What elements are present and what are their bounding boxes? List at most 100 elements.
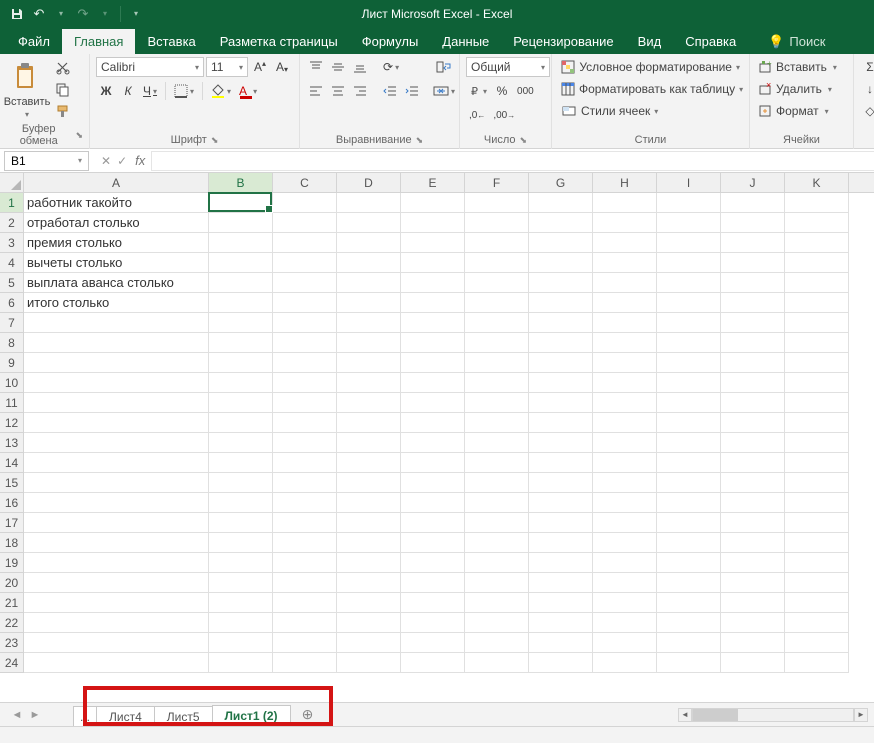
cell-A18[interactable] [24, 533, 209, 553]
cell-K1[interactable] [785, 193, 849, 213]
cell-J21[interactable] [721, 593, 785, 613]
cell-C23[interactable] [273, 633, 337, 653]
tab-formulas[interactable]: Формулы [350, 29, 431, 54]
cell-G6[interactable] [529, 293, 593, 313]
cell-G24[interactable] [529, 653, 593, 673]
border-button[interactable]: ▾ [171, 81, 197, 101]
cell-C4[interactable] [273, 253, 337, 273]
cell-J11[interactable] [721, 393, 785, 413]
cell-B24[interactable] [209, 653, 273, 673]
cell-I3[interactable] [657, 233, 721, 253]
cell-A16[interactable] [24, 493, 209, 513]
align-left-button[interactable] [306, 81, 326, 101]
cell-J5[interactable] [721, 273, 785, 293]
cell-C11[interactable] [273, 393, 337, 413]
cell-K19[interactable] [785, 553, 849, 573]
cell-K13[interactable] [785, 433, 849, 453]
cell-C8[interactable] [273, 333, 337, 353]
cell-styles-button[interactable]: Стили ячеек▾ [558, 101, 743, 121]
cell-I20[interactable] [657, 573, 721, 593]
cell-D2[interactable] [337, 213, 401, 233]
cell-K9[interactable] [785, 353, 849, 373]
cell-B12[interactable] [209, 413, 273, 433]
cell-E16[interactable] [401, 493, 465, 513]
cell-E5[interactable] [401, 273, 465, 293]
cell-E18[interactable] [401, 533, 465, 553]
cell-D9[interactable] [337, 353, 401, 373]
tab-layout[interactable]: Разметка страницы [208, 29, 350, 54]
cell-J19[interactable] [721, 553, 785, 573]
cell-J2[interactable] [721, 213, 785, 233]
cell-C6[interactable] [273, 293, 337, 313]
cell-I16[interactable] [657, 493, 721, 513]
cell-A4[interactable]: вычеты столько [24, 253, 209, 273]
cell-E10[interactable] [401, 373, 465, 393]
cell-A8[interactable] [24, 333, 209, 353]
cell-H13[interactable] [593, 433, 657, 453]
cell-C1[interactable] [273, 193, 337, 213]
row-header-24[interactable]: 24 [0, 653, 23, 673]
cell-J3[interactable] [721, 233, 785, 253]
cell-G21[interactable] [529, 593, 593, 613]
cell-A6[interactable]: итого столько [24, 293, 209, 313]
cell-A24[interactable] [24, 653, 209, 673]
align-bottom-button[interactable] [350, 57, 370, 77]
fill-button[interactable]: ↓ [860, 79, 874, 99]
row-header-19[interactable]: 19 [0, 553, 23, 573]
cell-B2[interactable] [209, 213, 273, 233]
cell-F20[interactable] [465, 573, 529, 593]
cell-A10[interactable] [24, 373, 209, 393]
cell-I13[interactable] [657, 433, 721, 453]
cell-H16[interactable] [593, 493, 657, 513]
cell-C16[interactable] [273, 493, 337, 513]
bold-button[interactable]: Ж [96, 81, 116, 101]
cell-D19[interactable] [337, 553, 401, 573]
cell-D20[interactable] [337, 573, 401, 593]
cell-E6[interactable] [401, 293, 465, 313]
cell-B14[interactable] [209, 453, 273, 473]
increase-decimal-button[interactable]: ,0← [466, 105, 488, 125]
cell-D4[interactable] [337, 253, 401, 273]
row-header-17[interactable]: 17 [0, 513, 23, 533]
fill-color-button[interactable]: ▾ [208, 81, 234, 101]
horizontal-scrollbar[interactable]: ◄ ► [678, 708, 868, 722]
enter-icon[interactable]: ✓ [117, 154, 127, 168]
cell-K15[interactable] [785, 473, 849, 493]
align-right-button[interactable] [350, 81, 370, 101]
wrap-text-button[interactable] [430, 57, 458, 77]
cell-A1[interactable]: работник такойто [24, 193, 209, 213]
cell-K8[interactable] [785, 333, 849, 353]
cell-G20[interactable] [529, 573, 593, 593]
cell-A23[interactable] [24, 633, 209, 653]
column-header-I[interactable]: I [657, 173, 721, 192]
cell-J10[interactable] [721, 373, 785, 393]
italic-button[interactable]: К [118, 81, 138, 101]
merge-button[interactable]: ▾ [430, 81, 458, 101]
cell-F22[interactable] [465, 613, 529, 633]
cell-F7[interactable] [465, 313, 529, 333]
cell-E17[interactable] [401, 513, 465, 533]
cell-B19[interactable] [209, 553, 273, 573]
insert-cells-button[interactable]: + Вставить▾ [756, 57, 847, 77]
cell-G8[interactable] [529, 333, 593, 353]
scroll-left-icon[interactable]: ◄ [678, 708, 692, 722]
cell-E12[interactable] [401, 413, 465, 433]
cell-J14[interactable] [721, 453, 785, 473]
cell-H8[interactable] [593, 333, 657, 353]
cell-J20[interactable] [721, 573, 785, 593]
cell-J15[interactable] [721, 473, 785, 493]
cell-G2[interactable] [529, 213, 593, 233]
cell-I9[interactable] [657, 353, 721, 373]
cell-D6[interactable] [337, 293, 401, 313]
percent-button[interactable]: % [492, 81, 512, 101]
cell-C14[interactable] [273, 453, 337, 473]
cell-D7[interactable] [337, 313, 401, 333]
cell-D3[interactable] [337, 233, 401, 253]
paste-button[interactable]: Вставить ▾ [6, 57, 48, 123]
name-box[interactable]: B1▾ [4, 151, 89, 171]
cell-I22[interactable] [657, 613, 721, 633]
format-painter-button[interactable] [52, 101, 73, 121]
cell-C19[interactable] [273, 553, 337, 573]
cell-C3[interactable] [273, 233, 337, 253]
tab-insert[interactable]: Вставка [135, 29, 207, 54]
